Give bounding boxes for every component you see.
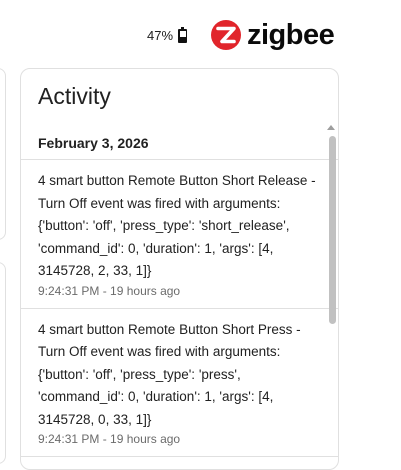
brand-name: zigbee	[247, 19, 335, 51]
activity-card: Activity February 3, 2026 4 smart button…	[20, 68, 339, 470]
list-item: 4 smart button Remote Button Short Relea…	[21, 160, 338, 309]
list-item: 4 smart button Remote Button Short Press…	[21, 309, 338, 457]
event-text: 4 smart button Remote Button Short Press…	[38, 321, 301, 427]
date-header: February 3, 2026	[21, 126, 338, 160]
battery-icon	[178, 27, 188, 43]
event-time: 9:24:31 PM - 19 hours ago	[38, 432, 181, 446]
activity-title: Activity	[38, 83, 111, 109]
activity-list[interactable]: February 3, 2026 4 smart button Remote B…	[21, 126, 338, 469]
left-card-top	[0, 68, 6, 240]
battery-status: 47%	[147, 27, 188, 43]
battery-percent: 47%	[147, 27, 174, 43]
zigbee-logo: zigbee	[211, 19, 335, 51]
zigbee-logo-icon	[211, 20, 241, 50]
scrollbar-thumb[interactable]	[329, 136, 336, 324]
scroll-up-arrow-icon[interactable]	[327, 125, 335, 130]
event-time: 9:24:31 PM - 19 hours ago	[38, 283, 181, 298]
event-text: 4 smart button Remote Button Short Relea…	[38, 173, 316, 278]
left-card-bottom	[0, 262, 6, 464]
